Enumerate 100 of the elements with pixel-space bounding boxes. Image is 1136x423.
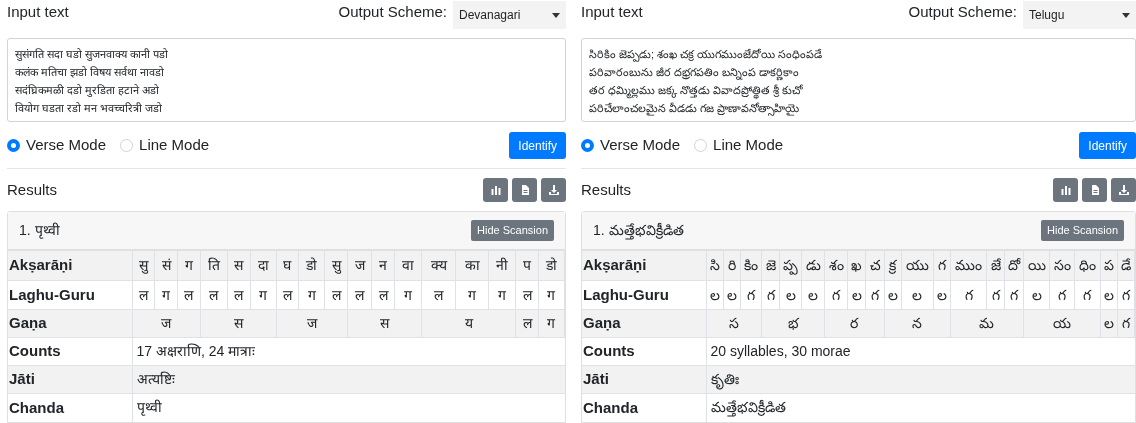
- row-label: Counts: [582, 337, 706, 366]
- table-cell: ग: [394, 280, 422, 310]
- table-cell: सु: [324, 250, 348, 281]
- chart-icon: [1059, 184, 1072, 196]
- table-cell: ल: [347, 280, 372, 310]
- table-cell: డు: [801, 250, 825, 281]
- table-cell: య: [1023, 309, 1101, 338]
- chart-button[interactable]: [483, 178, 508, 202]
- chart-icon: [489, 184, 502, 196]
- table-cell: डो: [538, 250, 565, 281]
- mode-radio[interactable]: Verse Mode: [7, 134, 107, 157]
- table-cell: ల: [779, 280, 802, 310]
- table-cell: ल: [177, 280, 200, 310]
- table-cell: గ: [950, 280, 987, 310]
- results-heading: Results: [7, 179, 58, 200]
- table-cell: మత్తేభవిక్రీడిత: [706, 393, 1135, 422]
- table-cell: सं: [154, 250, 178, 281]
- output-scheme-label: Output Scheme:: [908, 1, 1017, 22]
- table-cell: గ: [824, 280, 848, 310]
- download-button[interactable]: [1111, 178, 1136, 202]
- input-label: Input text: [581, 1, 643, 22]
- table-cell: ग: [488, 280, 516, 310]
- results-heading: Results: [581, 179, 632, 200]
- table-cell: ल: [324, 280, 348, 310]
- row-label: Chanda: [8, 393, 132, 422]
- table-cell: अत्यष्टिः: [132, 365, 565, 394]
- table-cell: ल: [515, 309, 539, 338]
- table-cell: న: [884, 309, 951, 338]
- table-cell: ధిం: [1074, 250, 1101, 281]
- row-label: Akṣarāṇi: [8, 250, 132, 281]
- hide-scansion-button[interactable]: Hide Scansion: [471, 220, 554, 241]
- table-cell: डो: [298, 250, 325, 281]
- table-cell: ज: [276, 309, 348, 338]
- row-label: Jāti: [8, 365, 132, 394]
- table-cell: क्य: [421, 250, 456, 281]
- table-cell: గ: [1049, 280, 1075, 310]
- download-icon: [547, 184, 560, 196]
- table-cell: ग: [177, 250, 200, 281]
- mode-radio[interactable]: Line Mode: [120, 134, 210, 157]
- table-cell: ల: [1023, 280, 1050, 310]
- input-field[interactable]: సిరికిం జెప్పడు; శంఖ చక్ర యుగముంజేదోయి సంధింపడే పరివారంబును జీర దభ్రగపతిం బన్నింప డాకర్ణికాం తర ధమ్మిల్లము జక్క నొత్తడు వివాదప్రోత్థిత శ్రీ కుచో పరిచేలాంచలమైన వీడడు గజ ప్రాణావనోత్సాహియై: [581, 38, 1136, 122]
- table-cell: ముం: [950, 250, 987, 281]
- table-cell: प: [515, 250, 539, 281]
- identify-button[interactable]: Identify: [509, 132, 566, 159]
- table-cell: ర: [824, 309, 885, 338]
- table-cell: ल: [132, 280, 155, 310]
- table-cell: ప్ప: [779, 250, 802, 281]
- table-cell: శం: [824, 250, 848, 281]
- table-cell: ग: [250, 280, 277, 310]
- table-cell: ल: [371, 280, 395, 310]
- table-cell: स: [227, 250, 251, 281]
- table-cell: ల: [901, 280, 934, 310]
- row-label: Chanda: [582, 393, 706, 422]
- identify-button[interactable]: Identify: [1079, 132, 1136, 159]
- table-cell: కృతిః: [706, 365, 1135, 394]
- table-cell: स: [200, 309, 277, 338]
- mode-radio[interactable]: Verse Mode: [581, 134, 681, 157]
- table-cell: యు: [901, 250, 934, 281]
- table-cell: 17 अक्षराणि, 24 मात्राः: [132, 337, 565, 366]
- table-cell: का: [455, 250, 489, 281]
- table-cell: ज: [132, 309, 200, 338]
- table-cell: గ: [740, 280, 762, 310]
- table-cell: యి: [1023, 250, 1050, 281]
- table-cell: ति: [200, 250, 228, 281]
- table-cell: य: [421, 309, 516, 338]
- table-cell: ग: [298, 280, 325, 310]
- table-cell: స: [706, 309, 762, 338]
- input-label: Input text: [7, 1, 69, 22]
- scheme-dropdown[interactable]: Devanagari: [453, 1, 566, 29]
- row-label: Gaṇa: [8, 309, 132, 338]
- table-cell: ग: [154, 280, 178, 310]
- row-label: Jāti: [582, 365, 706, 394]
- table-cell: दा: [250, 250, 277, 281]
- input-field[interactable]: सुसंगति सदा घडो सुजनवाक्य कानी पडो कलंक मतिचा झडो विषय सर्वथा नावडो सदंघ्रिकमळी दडो मुरडिता हटाने अडो वियोग घडता रडो मन भवच्चरित्री जडो: [7, 38, 566, 122]
- table-cell: वा: [394, 250, 422, 281]
- table-cell: ల: [801, 280, 825, 310]
- table-cell: घ: [276, 250, 299, 281]
- result-title: 1. पृथ्वी: [19, 221, 60, 241]
- table-cell: ग: [538, 309, 565, 338]
- table-cell: ग: [455, 280, 489, 310]
- table-cell: ल: [227, 280, 251, 310]
- table-cell: కిం: [740, 250, 762, 281]
- caret-icon: [1122, 12, 1130, 18]
- mode-radio[interactable]: Line Mode: [694, 134, 784, 157]
- download-button[interactable]: [541, 178, 566, 202]
- table-cell: सु: [132, 250, 155, 281]
- table-cell: स: [347, 309, 422, 338]
- caret-icon: [552, 12, 560, 18]
- row-label: Laghu-Guru: [582, 280, 706, 310]
- document-button[interactable]: [512, 178, 537, 202]
- table-cell: ज: [347, 250, 372, 281]
- download-icon: [1117, 184, 1130, 196]
- scheme-dropdown[interactable]: Telugu: [1023, 1, 1136, 29]
- table-cell: ग: [538, 280, 565, 310]
- hide-scansion-button[interactable]: Hide Scansion: [1041, 220, 1124, 241]
- chart-button[interactable]: [1053, 178, 1078, 202]
- table-cell: ल: [276, 280, 299, 310]
- table-cell: 20 syllables, 30 morae: [706, 337, 1135, 366]
- row-label: Counts: [8, 337, 132, 366]
- document-button[interactable]: [1082, 178, 1107, 202]
